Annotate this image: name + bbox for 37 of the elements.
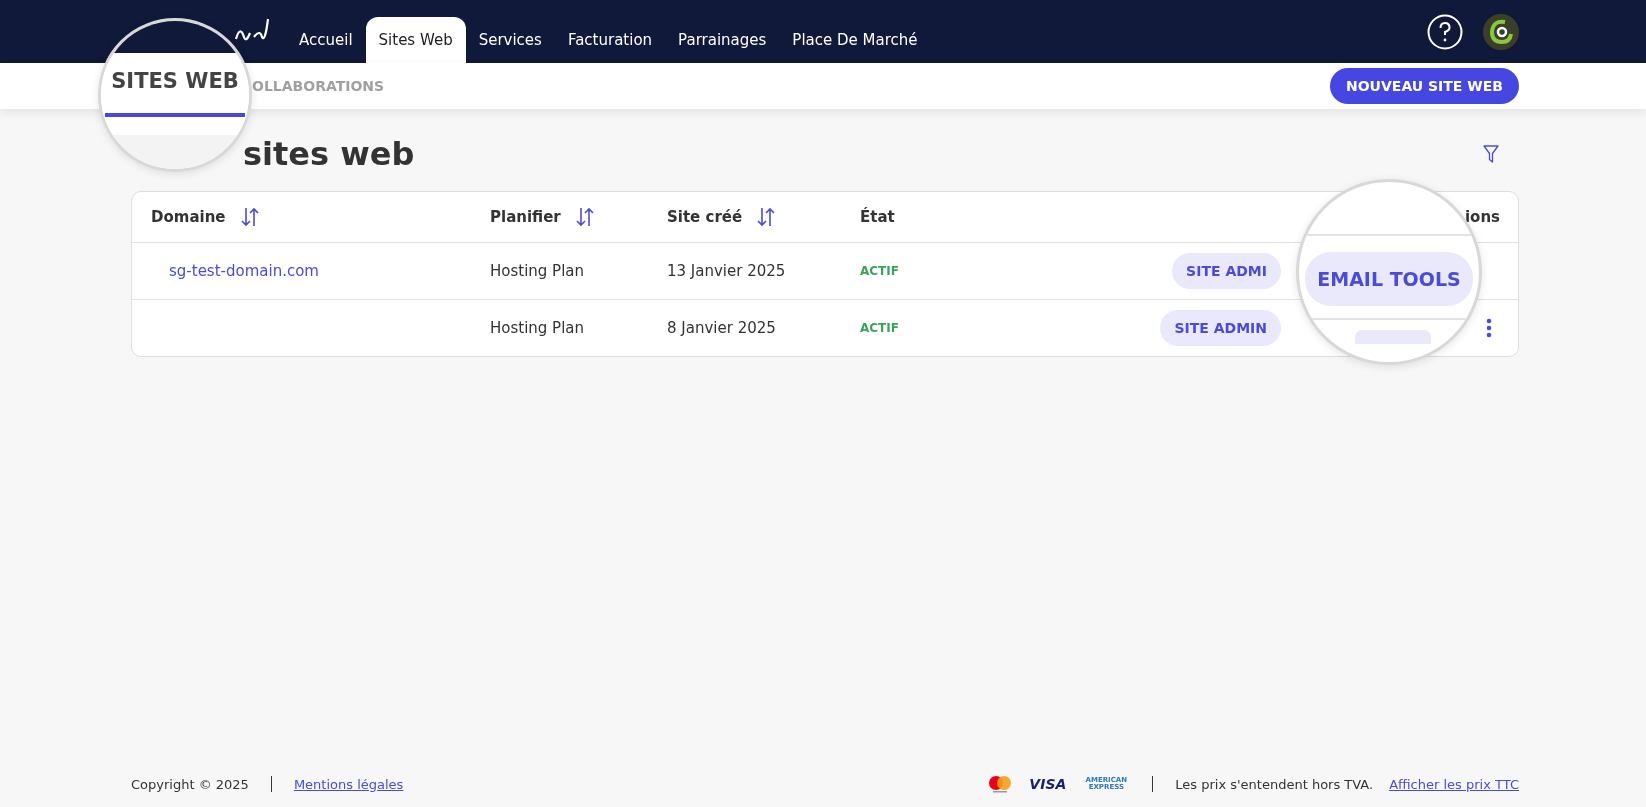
page-title: sites web [243,135,415,173]
price-note: Les prix s'entendent hors TVA. [1175,776,1374,792]
show-prices-link[interactable]: Afficher les prix TTC [1389,776,1519,792]
status-label: ACTIF [860,264,899,278]
table-cell: 8 Janvier 2025 [667,319,776,337]
nav-tab[interactable]: Services [465,17,555,63]
nav-tab[interactable]: Place De Marché [779,17,931,63]
avatar-icon[interactable] [1483,13,1519,50]
column-header: ions [1464,208,1500,226]
visa-logo: VISA [1029,776,1067,792]
kebab-menu-icon[interactable] [1486,318,1492,338]
help-icon[interactable] [1427,13,1463,50]
legal-link[interactable]: Mentions légales [293,776,404,792]
sort-icon[interactable] [574,206,595,228]
sub-tab[interactable]: SITES WEB [105,69,245,117]
column-header: Planifier [490,208,561,226]
column-header: Domaine [151,208,226,226]
copyright-text: Copyright © 2025 [131,776,249,792]
status-label: ACTIF [860,321,899,335]
table-cell: 13 Janvier 2025 [667,262,786,280]
column-header: Site créé [667,208,743,226]
site-admin-button[interactable]: SITE ADMI [1172,253,1281,289]
nav-tab[interactable]: Parrainages [665,17,780,63]
table-cell: Hosting Plan [490,262,585,280]
site-admin-button[interactable]: SITE ADMIN [1160,310,1281,346]
sort-icon[interactable] [239,206,260,228]
nav-tab[interactable]: Facturation [554,17,666,63]
column-header: État [860,208,895,226]
table-cell: Hosting Plan [490,319,585,337]
domain-link[interactable]: sg-test-domain.com [169,262,319,280]
sort-icon[interactable] [756,206,777,228]
filter-icon[interactable] [1483,145,1499,163]
email-tools-button[interactable]: EMAIL TOOLS [1305,252,1473,306]
nav-tab[interactable]: Accueil [286,17,366,63]
card-icon [987,775,1014,793]
nav-tab[interactable]: Sites Web [365,17,466,63]
new-website-button[interactable]: NOUVEAU SITE WEB [1330,68,1519,104]
